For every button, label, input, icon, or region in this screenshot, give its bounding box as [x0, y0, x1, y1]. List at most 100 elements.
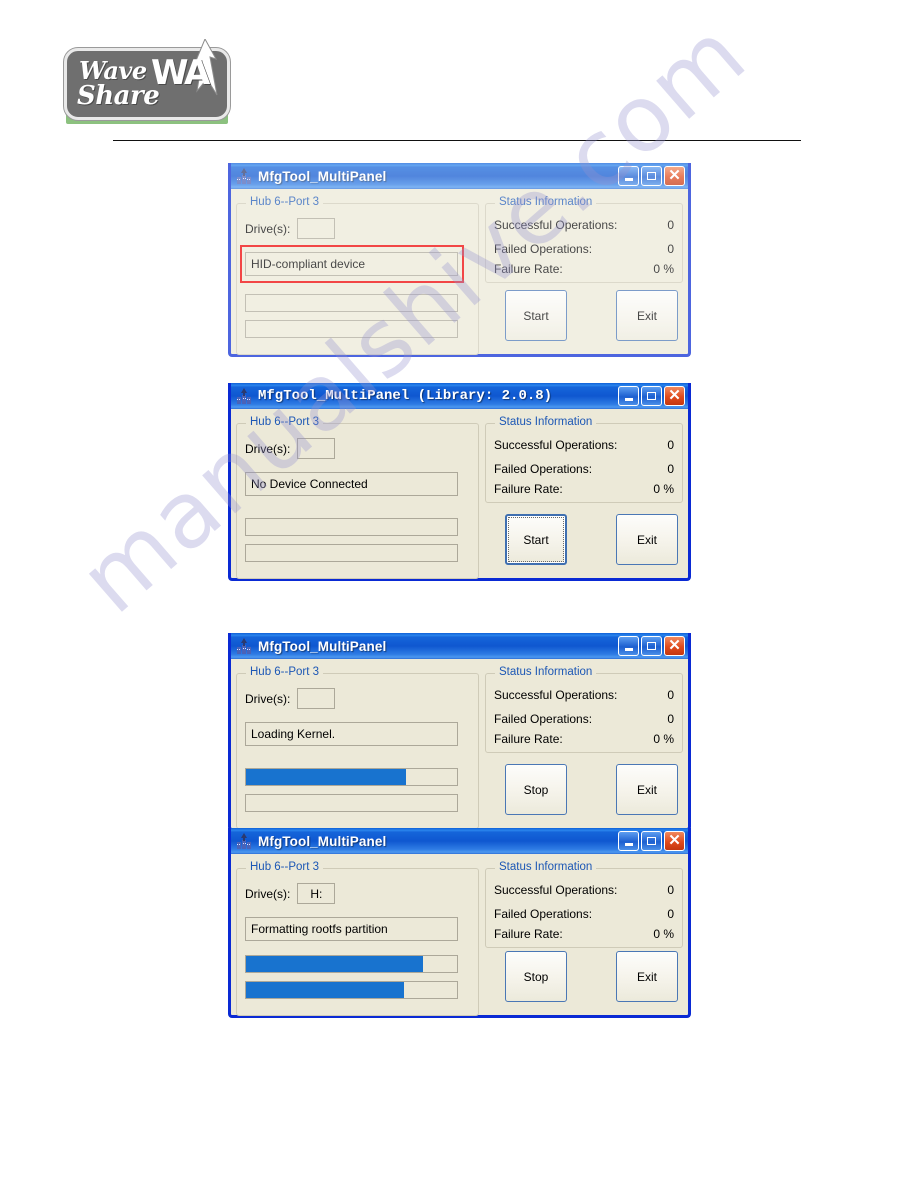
drives-value-field[interactable]	[297, 438, 336, 459]
minimize-icon	[624, 842, 633, 846]
action-button-label: Start	[523, 532, 549, 547]
window-titlebar[interactable]: MfgTool_MultiPanel ✕	[231, 828, 688, 854]
action-button-label: Stop	[523, 969, 549, 984]
exit-button-label: Exit	[636, 782, 657, 797]
hub-port-group-label: Hub 6--Port 3	[246, 666, 324, 678]
progress-fill	[246, 956, 424, 972]
status-row: Successful Operations: 0	[494, 688, 674, 702]
mfgtool-window: MfgTool_MultiPanel ✕ Hub 6--Port 3 Drive(s)…	[228, 163, 691, 357]
status-row-label: Successful Operations:	[494, 688, 618, 702]
action-button-label: Stop	[523, 782, 549, 797]
hub-port-group-label: Hub 6--Port 3	[246, 416, 324, 428]
logo-mark-wa: WA	[151, 53, 210, 93]
status-row-value: 0	[667, 688, 674, 702]
mfgtool-app-icon	[236, 387, 253, 405]
drives-value-field[interactable]	[297, 688, 336, 709]
progress-fill	[246, 982, 405, 998]
maximize-icon	[647, 392, 656, 400]
drives-label: Drive(s):	[245, 221, 291, 236]
window-title: MfgTool_MultiPanel	[258, 833, 387, 849]
close-button[interactable]: ✕	[664, 831, 685, 851]
window-titlebar[interactable]: MfgTool_MultiPanel ✕	[231, 163, 688, 189]
exit-button[interactable]: Exit	[616, 951, 678, 1002]
status-row-value: 0 %	[653, 732, 674, 746]
start-button[interactable]: Start	[505, 514, 567, 565]
drives-row: Drive(s):	[245, 688, 336, 709]
overall-progress-bar	[245, 294, 458, 312]
exit-button[interactable]: Exit	[616, 764, 678, 815]
status-information-label: Status Information	[495, 861, 597, 873]
maximize-button[interactable]	[641, 386, 662, 406]
window-body: Hub 6--Port 3 Drive(s): No Device Connecte…	[231, 409, 688, 581]
status-row-value: 0 %	[653, 262, 674, 276]
stop-button[interactable]: Stop	[505, 951, 567, 1002]
minimize-button[interactable]	[618, 166, 639, 186]
maximize-icon	[647, 642, 656, 650]
maximize-icon	[647, 172, 656, 180]
close-icon: ✕	[668, 386, 681, 404]
mfgtool-window: MfgTool_MultiPanel (Library: 2.0.8) ✕ Hub …	[228, 383, 691, 581]
close-button[interactable]: ✕	[664, 636, 685, 656]
maximize-button[interactable]	[641, 166, 662, 186]
status-row-value: 0	[667, 438, 674, 452]
window-body: Hub 6--Port 3 Drive(s): Loading Kernel. Sta…	[231, 659, 688, 831]
window-controls: ✕	[618, 831, 685, 851]
header-divider	[113, 140, 801, 141]
mfgtool-app-icon	[236, 167, 253, 185]
close-button[interactable]: ✕	[664, 386, 685, 406]
exit-button[interactable]: Exit	[616, 514, 678, 565]
close-icon: ✕	[668, 636, 681, 654]
status-row-value: 0	[667, 218, 674, 232]
status-row-label: Failure Rate:	[494, 482, 563, 496]
current-progress-bar	[245, 544, 458, 562]
status-row: Failed Operations: 0	[494, 462, 674, 476]
status-information-label: Status Information	[495, 416, 597, 428]
window-controls: ✕	[618, 386, 685, 406]
status-row: Failure Rate: 0 %	[494, 262, 674, 276]
hub-port-group: Hub 6--Port 3 Drive(s): HID-compliant devi…	[236, 196, 479, 355]
drives-value-field[interactable]: H:	[297, 883, 336, 904]
stop-button[interactable]: Stop	[505, 764, 567, 815]
window-controls: ✕	[618, 166, 685, 186]
progress-fill	[246, 769, 407, 785]
status-information-label: Status Information	[495, 666, 597, 678]
exit-button-label: Exit	[636, 308, 657, 323]
window-titlebar[interactable]: MfgTool_MultiPanel ✕	[231, 633, 688, 659]
drives-row: Drive(s):	[245, 218, 336, 239]
status-row-value: 0 %	[653, 482, 674, 496]
current-progress-bar	[245, 981, 458, 999]
device-status-field: Formatting rootfs partition	[245, 917, 458, 941]
status-panel: Status Information Successful Operations:…	[485, 664, 683, 825]
status-row: Failed Operations: 0	[494, 242, 674, 256]
minimize-icon	[624, 397, 633, 401]
minimize-button[interactable]	[618, 386, 639, 406]
hub-port-group: Hub 6--Port 3 Drive(s): No Device Connecte…	[236, 416, 479, 579]
exit-button[interactable]: Exit	[616, 290, 678, 341]
status-row: Successful Operations: 0	[494, 438, 674, 452]
maximize-button[interactable]	[641, 831, 662, 851]
minimize-button[interactable]	[618, 831, 639, 851]
minimize-button[interactable]	[618, 636, 639, 656]
maximize-icon	[647, 837, 656, 845]
drives-label: Drive(s):	[245, 691, 291, 706]
drives-row: Drive(s):	[245, 438, 336, 459]
drives-value-field[interactable]	[297, 218, 336, 239]
status-row-label: Successful Operations:	[494, 883, 618, 897]
status-row: Failure Rate: 0 %	[494, 482, 674, 496]
close-icon: ✕	[668, 831, 681, 849]
mfgtool-app-icon	[236, 832, 253, 850]
status-row-value: 0	[667, 883, 674, 897]
status-row: Successful Operations: 0	[494, 883, 674, 897]
status-row-value: 0	[667, 462, 674, 476]
window-title: MfgTool_MultiPanel	[258, 168, 387, 184]
status-row-label: Failure Rate:	[494, 732, 563, 746]
status-row-value: 0 %	[653, 927, 674, 941]
window-titlebar[interactable]: MfgTool_MultiPanel (Library: 2.0.8) ✕	[231, 383, 688, 409]
close-button[interactable]: ✕	[664, 166, 685, 186]
overall-progress-bar	[245, 518, 458, 536]
exit-button-label: Exit	[636, 532, 657, 547]
maximize-button[interactable]	[641, 636, 662, 656]
close-icon: ✕	[668, 166, 681, 184]
hub-port-group-label: Hub 6--Port 3	[246, 196, 324, 208]
start-button[interactable]: Start	[505, 290, 567, 341]
